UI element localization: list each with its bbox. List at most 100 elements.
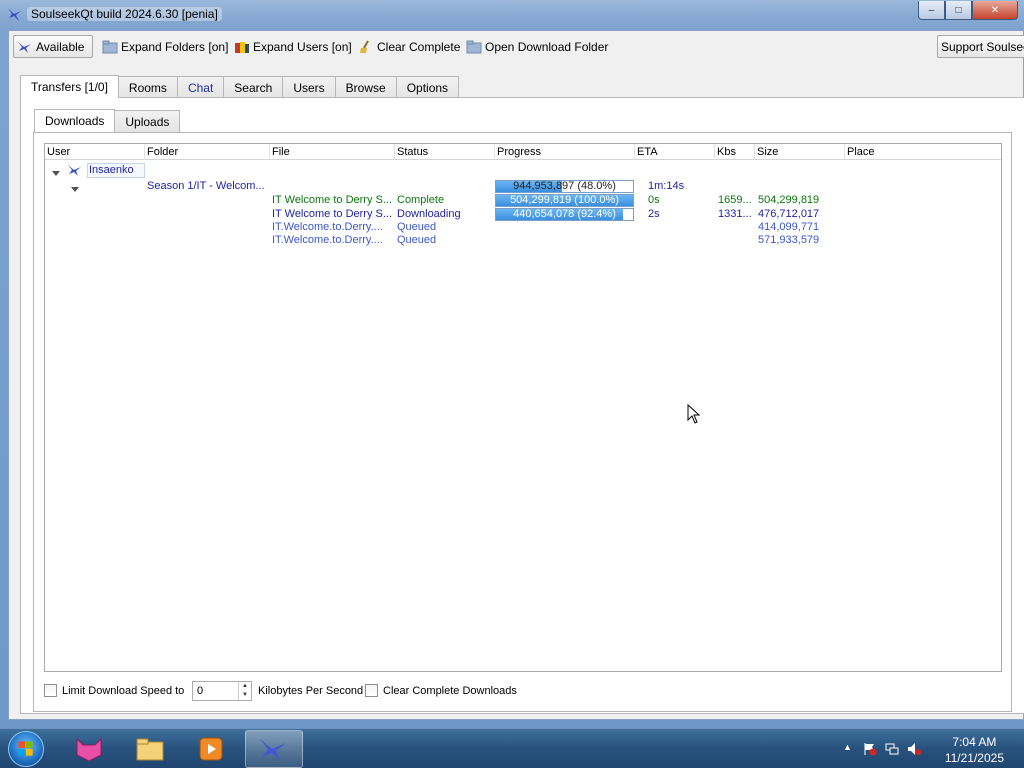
table-row[interactable]: IT Welcome to Derry S... Complete 504,29… bbox=[45, 193, 1001, 207]
tab-browse[interactable]: Browse bbox=[334, 76, 397, 98]
taskbar-app-soulseek[interactable] bbox=[245, 730, 303, 768]
clear-complete-label: Clear Complete bbox=[377, 39, 461, 54]
minimize-button[interactable]: – bbox=[918, 1, 945, 20]
folder-progress-bar: 944,953,897 (48.0%) bbox=[495, 180, 634, 193]
network-icon[interactable] bbox=[885, 742, 899, 756]
tab-options[interactable]: Options bbox=[395, 76, 460, 98]
clear-complete-button[interactable]: Clear Complete bbox=[355, 35, 463, 58]
soulseek-bird-icon bbox=[18, 41, 31, 53]
column-eta[interactable]: ETA bbox=[635, 144, 715, 160]
file-status: Complete bbox=[397, 194, 445, 206]
table-row[interactable]: IT Welcome to Derry S... Downloading 440… bbox=[45, 207, 1001, 221]
transfers-panel: Downloads Uploads User Folder File Statu… bbox=[20, 97, 1024, 714]
clock[interactable]: 7:04 AM 11/21/2025 bbox=[945, 734, 1004, 766]
open-download-folder-label: Open Download Folder bbox=[485, 39, 609, 54]
downloads-table[interactable]: User Folder File Status Progress ETA Kbs… bbox=[44, 143, 1002, 672]
progress-text: 440,654,078 (92.4%) bbox=[513, 208, 616, 220]
file-kbs: 1659... bbox=[718, 194, 752, 206]
taskbar-app-cat[interactable] bbox=[60, 730, 118, 768]
expand-arrow-icon[interactable] bbox=[52, 166, 60, 180]
tab-rooms[interactable]: Rooms bbox=[117, 76, 178, 98]
taskbar-app-media-player[interactable] bbox=[182, 730, 240, 768]
file-eta: 0s bbox=[648, 194, 660, 206]
title-bar[interactable]: SoulseekQt build 2024.6.30 [penia] – □ ✕ bbox=[0, 0, 1024, 30]
table-row[interactable]: IT.Welcome.to.Derry.... Queued 571,933,5… bbox=[45, 233, 1001, 247]
support-soulseek-button[interactable]: Support Soulseek bbox=[937, 35, 1024, 58]
user-row[interactable]: Insaenko bbox=[45, 163, 1001, 180]
kilobytes-per-second-label: Kilobytes Per Second bbox=[258, 685, 364, 697]
column-folder[interactable]: Folder bbox=[145, 144, 270, 160]
windows-logo-icon bbox=[18, 741, 33, 756]
close-button[interactable]: ✕ bbox=[972, 1, 1018, 20]
status-available-button[interactable]: Available bbox=[13, 35, 93, 58]
username[interactable]: Insaenko bbox=[87, 163, 145, 178]
folder-row[interactable]: Season 1/IT - Welcom... 944,953,897 (48.… bbox=[45, 179, 1001, 193]
tab-downloads[interactable]: Downloads bbox=[34, 109, 116, 132]
taskbar-app-explorer[interactable] bbox=[121, 730, 179, 768]
file-size: 476,712,017 bbox=[758, 208, 820, 220]
file-size: 504,299,819 bbox=[758, 194, 820, 206]
volume-muted-icon[interactable] bbox=[907, 742, 921, 756]
speed-limit-value: 0 bbox=[197, 685, 204, 697]
soulseek-bird-icon bbox=[68, 165, 81, 176]
folder-icon bbox=[466, 40, 482, 53]
column-user[interactable]: User bbox=[45, 144, 145, 160]
folder-eta: 1m:14s bbox=[648, 180, 685, 192]
file-name: IT Welcome to Derry S... bbox=[272, 208, 392, 220]
file-eta: 2s bbox=[648, 208, 660, 220]
window-title: SoulseekQt build 2024.6.30 [penia] bbox=[27, 7, 222, 21]
download-options-bar: Limit Download Speed to 0 ▲ ▼ Kilobytes P… bbox=[44, 680, 1004, 702]
mouse-cursor-icon bbox=[687, 404, 701, 424]
progress-text: 944,953,897 (48.0%) bbox=[513, 180, 616, 192]
tab-chat[interactable]: Chat bbox=[176, 76, 225, 98]
broom-icon bbox=[360, 40, 369, 53]
tab-uploads[interactable]: Uploads bbox=[114, 110, 181, 132]
maximize-button[interactable]: □ bbox=[945, 1, 972, 20]
show-hidden-icons-arrow-icon[interactable]: ▲ bbox=[843, 742, 857, 756]
expand-folders-button[interactable]: Expand Folders [on] bbox=[99, 35, 231, 58]
tab-users[interactable]: Users bbox=[282, 76, 336, 98]
column-place[interactable]: Place bbox=[845, 144, 1001, 160]
file-status: Queued bbox=[397, 221, 437, 233]
limit-download-speed-label: Limit Download Speed to bbox=[62, 685, 185, 697]
action-center-flag-icon[interactable] bbox=[863, 742, 877, 756]
media-player-icon bbox=[199, 737, 223, 761]
clock-time: 7:04 AM bbox=[952, 735, 997, 749]
soulseek-bird-icon bbox=[8, 8, 21, 21]
open-download-folder-button[interactable]: Open Download Folder bbox=[463, 35, 611, 58]
toolbar: Available Expand Folders [on] Expand Use… bbox=[9, 31, 1024, 63]
start-button[interactable] bbox=[8, 731, 44, 767]
file-name: IT.Welcome.to.Derry.... bbox=[272, 221, 383, 233]
status-label: Available bbox=[36, 39, 85, 54]
file-name: IT Welcome to Derry S... bbox=[272, 194, 392, 206]
tab-transfers[interactable]: Transfers [1/0] bbox=[20, 75, 119, 98]
tab-search[interactable]: Search bbox=[223, 76, 284, 98]
column-kbs[interactable]: Kbs bbox=[715, 144, 755, 160]
app-window: SoulseekQt build 2024.6.30 [penia] – □ ✕… bbox=[0, 0, 1024, 728]
downloads-panel: User Folder File Status Progress ETA Kbs… bbox=[33, 132, 1012, 712]
file-status: Queued bbox=[397, 234, 437, 246]
column-size[interactable]: Size bbox=[755, 144, 845, 160]
expand-users-button[interactable]: Expand Users [on] bbox=[231, 35, 355, 58]
file-size: 414,099,771 bbox=[758, 221, 820, 233]
clock-date: 11/21/2025 bbox=[944, 751, 1004, 765]
system-tray: ▲ 7:04 AM 11/21/2025 bbox=[839, 729, 1024, 768]
expand-folders-label: Expand Folders [on] bbox=[121, 39, 229, 54]
folder-name: Season 1/IT - Welcom... bbox=[147, 180, 265, 192]
soulseek-bird-icon bbox=[260, 739, 286, 761]
table-row[interactable]: IT.Welcome.to.Derry.... Queued 414,099,7… bbox=[45, 220, 1001, 234]
folder-icon bbox=[102, 40, 118, 53]
column-status[interactable]: Status bbox=[395, 144, 495, 160]
file-progress-bar: 440,654,078 (92.4%) bbox=[495, 208, 634, 221]
speed-limit-spinbox[interactable]: 0 ▲ ▼ bbox=[192, 681, 252, 701]
file-kbs: 1331... bbox=[718, 208, 752, 220]
limit-download-speed-checkbox[interactable] bbox=[44, 684, 57, 697]
taskbar: ▲ 7:04 AM 11/21/2025 bbox=[0, 728, 1024, 768]
main-tab-bar: Transfers [1/0] Rooms Chat Search Users … bbox=[20, 75, 460, 98]
spin-arrows-icon[interactable]: ▲ ▼ bbox=[238, 682, 251, 700]
client-area: Available Expand Folders [on] Expand Use… bbox=[8, 30, 1024, 720]
users-icon bbox=[235, 41, 249, 53]
column-progress[interactable]: Progress bbox=[495, 144, 635, 160]
column-file[interactable]: File bbox=[270, 144, 395, 160]
clear-complete-downloads-checkbox[interactable] bbox=[365, 684, 378, 697]
